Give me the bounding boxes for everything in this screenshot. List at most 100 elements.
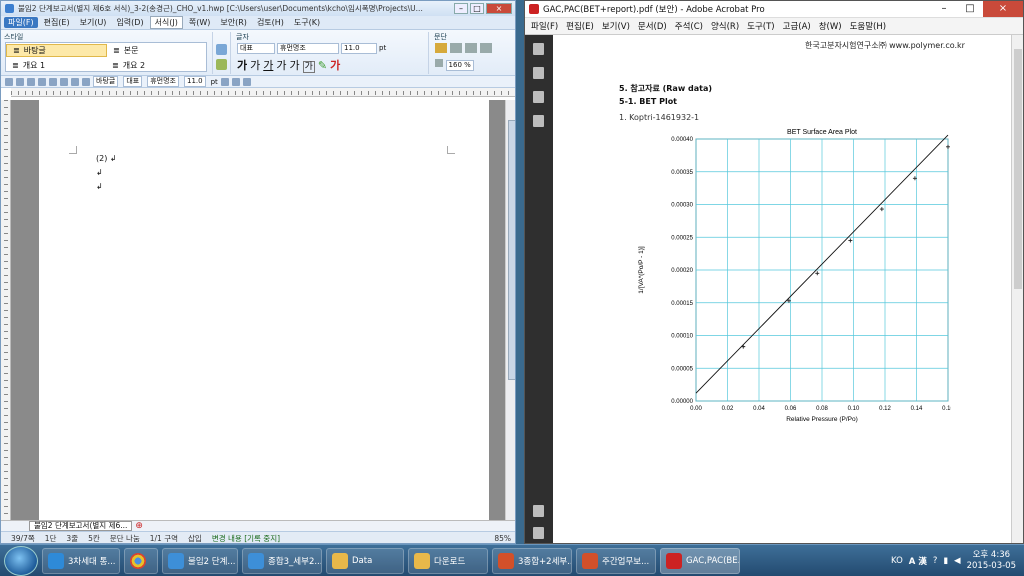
hwp-vertical-scrollbar[interactable] bbox=[505, 100, 515, 520]
menu-format[interactable]: 서식(J) bbox=[149, 16, 183, 29]
pages-icon[interactable] bbox=[533, 67, 544, 79]
scroll-thumb[interactable] bbox=[508, 120, 515, 380]
highlight-icon[interactable]: ✎ bbox=[318, 59, 327, 72]
taskbar-item-acrobat[interactable]: GAC,PAC(BE... bbox=[660, 547, 740, 574]
scroll-thumb[interactable] bbox=[1014, 49, 1022, 289]
start-button[interactable] bbox=[4, 545, 38, 576]
new-tab-icon[interactable]: ⊕ bbox=[135, 521, 143, 531]
font-color-icon[interactable]: 가 bbox=[330, 59, 340, 72]
box-char-icon[interactable]: 가 bbox=[302, 61, 315, 73]
tb-lang-select[interactable]: 대표 bbox=[123, 76, 143, 87]
tb-size-input[interactable]: 11.0 bbox=[183, 76, 206, 87]
system-tray: KO A 漢 ? ▮ ◀ 오후 4:36 2015-03-05 bbox=[891, 550, 1024, 572]
style-add-icon[interactable] bbox=[216, 44, 227, 55]
new-doc-icon[interactable] bbox=[5, 77, 13, 86]
tb-underline-icon[interactable] bbox=[242, 77, 251, 86]
attachments-icon[interactable] bbox=[533, 527, 544, 539]
lock-icon[interactable] bbox=[533, 43, 544, 55]
align-right-icon[interactable] bbox=[465, 43, 477, 53]
network-icon[interactable]: ▮ bbox=[943, 556, 948, 566]
hwp-icon bbox=[168, 552, 184, 569]
menu-edit[interactable]: 편집(E) bbox=[40, 17, 74, 28]
pdf-menu-window[interactable]: 창(W) bbox=[819, 20, 842, 32]
help-icon[interactable]: ? bbox=[933, 556, 938, 566]
align-justify-icon[interactable] bbox=[435, 43, 447, 53]
subsection-title: 5-1. BET Plot bbox=[619, 97, 678, 106]
menu-review[interactable]: 검토(H) bbox=[253, 17, 288, 28]
pdf-menu-forms[interactable]: 양식(R) bbox=[711, 20, 739, 32]
status-track[interactable]: 변경 내용 [기록 중지] bbox=[212, 533, 280, 543]
save-icon[interactable] bbox=[27, 77, 35, 86]
document-page[interactable]: (2) ↲ ↲ ↲ bbox=[39, 100, 489, 520]
clock[interactable]: 오후 4:36 2015-03-05 bbox=[967, 550, 1016, 572]
signatures-icon[interactable] bbox=[533, 115, 544, 127]
style-edit-icon[interactable] bbox=[216, 59, 227, 70]
status-mode[interactable]: 삽입 bbox=[188, 533, 202, 543]
outline-icon[interactable]: 가 bbox=[290, 59, 300, 72]
bookmarks-icon[interactable] bbox=[533, 91, 544, 103]
style-item-batang[interactable]: ≣ 바탕글 bbox=[6, 44, 107, 57]
menu-view[interactable]: 보기(U) bbox=[76, 17, 111, 28]
menu-insert[interactable]: 입력(D) bbox=[112, 17, 147, 28]
status-zoom[interactable]: 85% bbox=[494, 534, 515, 543]
taskbar-item-hwp1[interactable]: 불임2 단계... bbox=[162, 547, 238, 574]
style-item-outline1[interactable]: ≣ 개요 1 bbox=[6, 60, 106, 71]
menu-security[interactable]: 보안(R) bbox=[216, 17, 251, 28]
pdf-vertical-scrollbar[interactable] bbox=[1011, 35, 1023, 543]
pdf-page[interactable]: 한국고분자시험연구소㈜ www.polymer.co.kr 5. 참고자료 (R… bbox=[553, 35, 1023, 543]
underline-icon[interactable]: 가 bbox=[263, 59, 273, 72]
minimize-icon[interactable]: – bbox=[454, 3, 468, 14]
pdf-menu-file[interactable]: 파일(F) bbox=[531, 20, 558, 32]
pdf-menu-view[interactable]: 보기(V) bbox=[602, 20, 630, 32]
taskbar-item-downloads[interactable]: 다운로드 bbox=[408, 547, 488, 574]
menu-page[interactable]: 쪽(W) bbox=[185, 17, 215, 28]
pdf-menu-advanced[interactable]: 고급(A) bbox=[783, 20, 811, 32]
pdf-menu-document[interactable]: 문서(D) bbox=[638, 20, 667, 32]
tb-font-select[interactable]: 휴먼명조 bbox=[147, 76, 179, 87]
comments-icon[interactable] bbox=[533, 505, 544, 517]
language-indicator[interactable]: KO bbox=[891, 556, 903, 566]
maximize-icon[interactable]: □ bbox=[470, 3, 484, 14]
style-item-outline2[interactable]: ≣ 개요 2 bbox=[106, 60, 206, 71]
cut-icon[interactable] bbox=[60, 77, 68, 86]
close-icon[interactable]: × bbox=[983, 1, 1023, 17]
font-name-select[interactable]: 휴먼명조 bbox=[277, 43, 339, 54]
bold-icon[interactable]: 가 bbox=[237, 59, 247, 72]
copy-icon[interactable] bbox=[71, 77, 79, 86]
pdf-menu-help[interactable]: 도움말(H) bbox=[850, 20, 886, 32]
preview-icon[interactable] bbox=[49, 77, 57, 86]
menu-file[interactable]: 파일(F) bbox=[4, 17, 38, 28]
pdf-menu-tools[interactable]: 도구(T) bbox=[747, 20, 774, 32]
ime-indicator[interactable]: A 漢 bbox=[909, 555, 927, 567]
font-lang-select[interactable]: 대표 bbox=[237, 43, 275, 54]
taskbar-item-data[interactable]: Data bbox=[326, 547, 404, 574]
volume-icon[interactable]: ◀ bbox=[954, 556, 961, 566]
zoom-field[interactable]: 160 % bbox=[445, 60, 474, 71]
taskbar-item-ie[interactable]: 3차세대 통... bbox=[42, 547, 120, 574]
align-center-icon[interactable] bbox=[480, 43, 492, 53]
minimize-icon[interactable]: – bbox=[931, 1, 957, 17]
close-icon[interactable]: × bbox=[486, 3, 512, 14]
open-icon[interactable] bbox=[16, 77, 24, 86]
print-icon[interactable] bbox=[38, 77, 46, 86]
y-axis-label: 1/[VA*(Po/P - 1)] bbox=[638, 246, 645, 294]
taskbar-item-hwp2[interactable]: 종합3_세부2... bbox=[242, 547, 322, 574]
tb-italic-icon[interactable] bbox=[231, 77, 240, 86]
font-size-input[interactable]: 11.0 bbox=[341, 43, 377, 54]
italic-icon[interactable]: 가 bbox=[250, 59, 260, 72]
tb-bold-icon[interactable] bbox=[220, 77, 229, 86]
align-left-icon[interactable] bbox=[450, 43, 462, 53]
undo-icon[interactable] bbox=[82, 77, 90, 86]
line-spacing-icon[interactable] bbox=[435, 59, 443, 67]
menu-tools[interactable]: 도구(K) bbox=[290, 17, 324, 28]
strike-icon[interactable]: 가 bbox=[276, 59, 286, 72]
pdf-menu-edit[interactable]: 편집(E) bbox=[566, 20, 594, 32]
maximize-icon[interactable]: □ bbox=[957, 1, 983, 17]
taskbar-item-ppt1[interactable]: 3종합+2세부... bbox=[492, 547, 572, 574]
pdf-menu-comments[interactable]: 주석(C) bbox=[675, 20, 703, 32]
taskbar-item-ppt2[interactable]: 주간업무보... bbox=[576, 547, 656, 574]
style-item-body[interactable]: ≣ 본문 bbox=[107, 45, 206, 56]
tb-style-select[interactable]: 바탕글 bbox=[93, 76, 119, 87]
doc-tab[interactable]: 불임2 단계보고서(별지 제6... bbox=[29, 521, 133, 531]
taskbar-item-chrome[interactable] bbox=[124, 547, 158, 574]
